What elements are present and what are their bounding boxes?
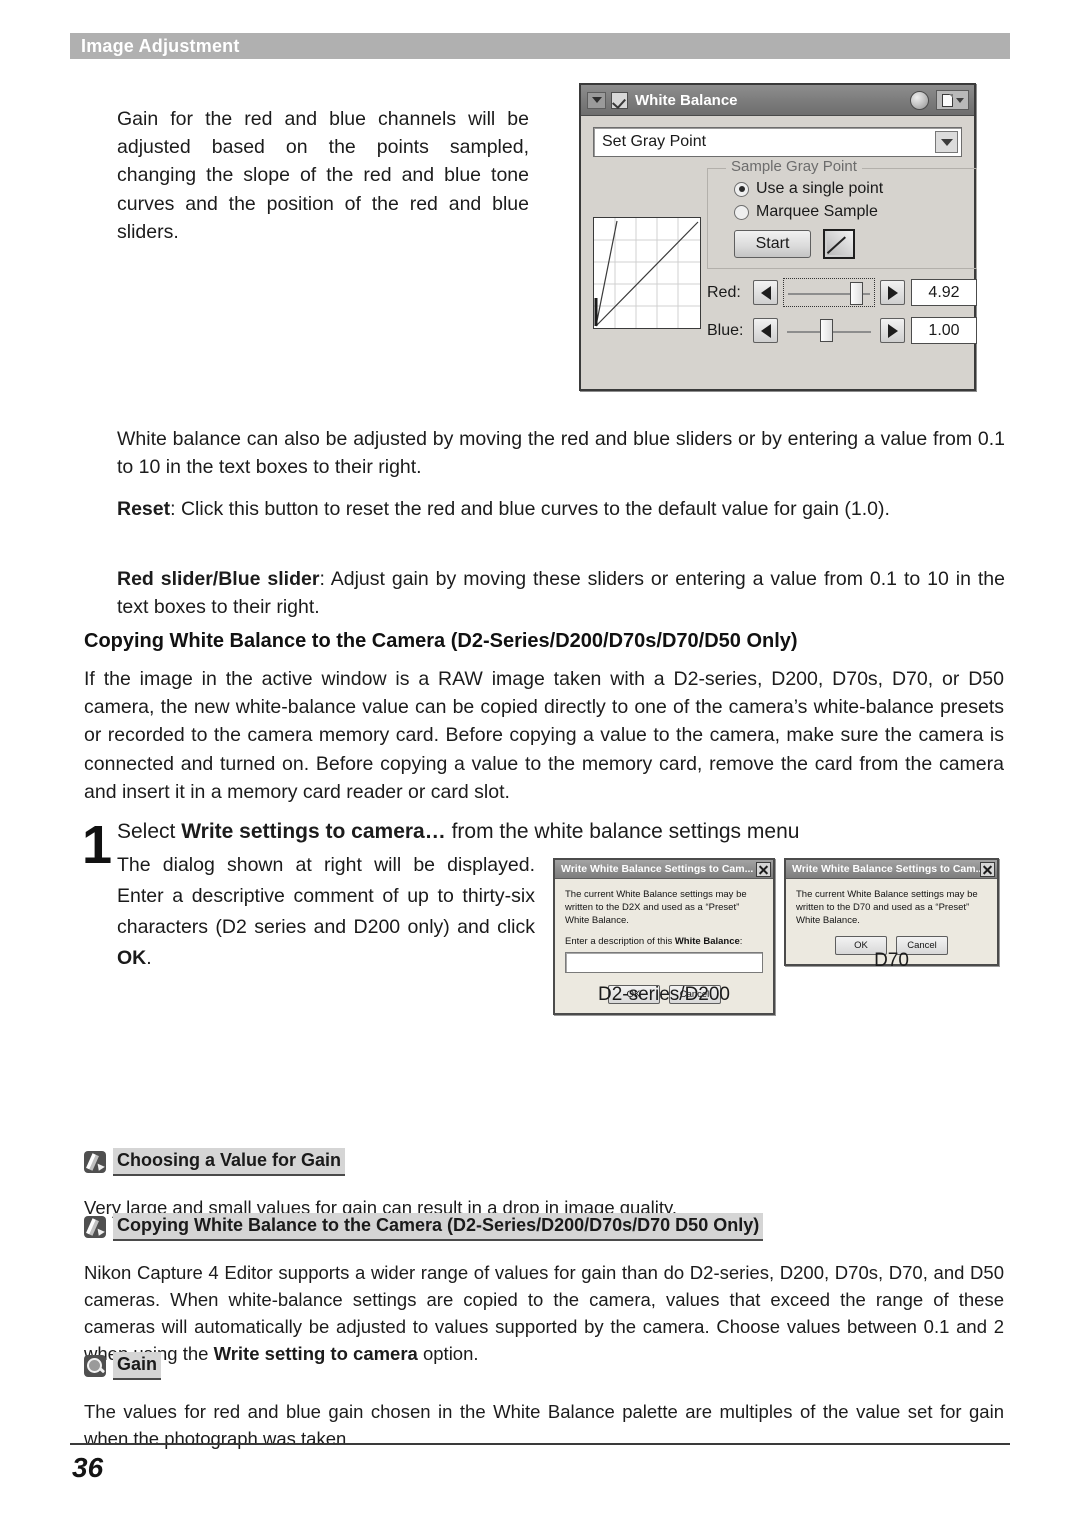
paragraph-wb-also: White balance can also be adjusted by mo…: [117, 427, 1005, 478]
chevron-down-icon[interactable]: [935, 131, 958, 153]
red-slider[interactable]: [783, 278, 875, 307]
paragraph-reset: Reset: Click this button to reset the re…: [117, 495, 1005, 523]
field-label-post: :: [739, 936, 743, 947]
sample-actions: Start: [734, 229, 968, 259]
paragraph-sliders: Red slider/Blue slider: Adjust gain by m…: [117, 565, 1005, 622]
tone-curve-graph[interactable]: [593, 217, 701, 329]
blue-slider-label: Blue:: [707, 321, 744, 339]
red-decrement-button[interactable]: [753, 280, 778, 305]
step-body-post: .: [146, 947, 152, 969]
step-title-command: Write settings to camera…: [181, 820, 446, 843]
radio-label: Use a single point: [756, 180, 884, 197]
radio-label: Marquee Sample: [756, 203, 878, 220]
triangle-down-icon[interactable]: [587, 91, 606, 109]
dialog-message: The current White Balance settings may b…: [565, 889, 747, 926]
palette-enable-checkbox[interactable]: [611, 91, 628, 109]
intro-paragraph: Gain for the red and blue channels will …: [117, 107, 529, 244]
blue-decrement-button[interactable]: [753, 318, 778, 343]
page-number: 36: [72, 1452, 104, 1483]
section-heading-copying: Copying White Balance to the Camera (D2-…: [84, 629, 798, 652]
dialog-caption-d2series: D2-series/D200: [598, 984, 730, 1005]
step-title-post: from the white balance settings menu: [445, 820, 800, 843]
blue-value-field[interactable]: 1.00: [911, 317, 977, 344]
close-icon[interactable]: [980, 861, 995, 877]
note-header: Gain: [84, 1352, 1004, 1380]
dialog-title: Write White Balance Settings to Cam...: [561, 863, 754, 875]
red-value-field[interactable]: 4.92: [911, 279, 977, 306]
step-title-pre: Select: [117, 820, 182, 843]
page-menu-icon[interactable]: [936, 90, 969, 110]
magnifier-note-icon: [84, 1354, 106, 1377]
sample-group-legend: Sample Gray Point: [726, 158, 862, 175]
page-glyph-icon: [941, 93, 953, 107]
paragraph-copying: If the image in the active window is a R…: [84, 667, 1004, 804]
palette-title: White Balance: [635, 91, 738, 109]
step-body-pre: The dialog shown at right will be displa…: [117, 854, 535, 938]
blue-increment-button[interactable]: [880, 318, 905, 343]
step-body-ok: OK: [117, 947, 147, 969]
palette-body: Set Gray Point Sample Gray Point Use a s…: [581, 116, 977, 355]
step-title: Select Write settings to camera… from th…: [117, 820, 1007, 844]
blue-slider[interactable]: [783, 316, 875, 345]
radio-use-single-point[interactable]: Use a single point: [734, 180, 968, 198]
controls-column: Sample Gray Point Use a single point Mar…: [701, 158, 977, 345]
palette-lower: Sample Gray Point Use a single point Mar…: [593, 158, 977, 345]
red-slider-knob[interactable]: [850, 282, 863, 305]
blue-slider-knob[interactable]: [820, 319, 833, 342]
tone-curve-icon[interactable]: [823, 229, 855, 259]
radio-button-icon[interactable]: [734, 181, 749, 197]
white-balance-palette: White Balance Set Gray Point Sample Gray…: [579, 83, 977, 391]
chevron-down-icon: [955, 97, 964, 103]
reset-term: Reset: [117, 497, 171, 520]
field-label-pre: Enter a description of this: [565, 936, 675, 947]
step-body: The dialog shown at right will be displa…: [117, 850, 535, 974]
reset-description: : Click this button to reset the red and…: [170, 497, 890, 520]
red-increment-button[interactable]: [880, 280, 905, 305]
note-title: Choosing a Value for Gain: [113, 1148, 346, 1176]
note-body: Nikon Capture 4 Editor supports a wider …: [84, 1259, 1004, 1367]
note-title: Gain: [113, 1352, 162, 1380]
red-slider-row: Red: 4.92: [707, 278, 977, 307]
dialog-field-label: Enter a description of this White Balanc…: [565, 936, 763, 948]
wb-mode-select[interactable]: Set Gray Point: [593, 127, 962, 157]
pencil-note-icon: [84, 1150, 106, 1173]
description-input[interactable]: [565, 952, 763, 973]
page-title: Image Adjustment: [81, 36, 240, 56]
red-slider-label: Red:: [707, 283, 741, 301]
status-orb-icon[interactable]: [910, 90, 929, 110]
dialog-message: The current White Balance settings may b…: [796, 889, 978, 926]
dialog-title: Write White Balance Settings to Cam...: [792, 863, 980, 875]
blue-slider-row: Blue: 1.00: [707, 316, 977, 345]
radio-marquee-sample[interactable]: Marquee Sample: [734, 203, 968, 221]
curve-preview-column: [593, 164, 701, 345]
wb-mode-value: Set Gray Point: [602, 133, 707, 150]
close-icon[interactable]: [756, 861, 771, 877]
step-number: 1: [82, 815, 113, 875]
note-header: Copying White Balance to the Camera (D2-…: [84, 1213, 1004, 1241]
note-header: Choosing a Value for Gain: [84, 1148, 1004, 1176]
dialog-caption-d70: D70: [874, 950, 909, 971]
dialog-titlebar: Write White Balance Settings to Cam...: [786, 860, 997, 879]
footer-divider: [70, 1443, 1010, 1445]
note-title: Copying White Balance to the Camera (D2-…: [113, 1213, 764, 1241]
sample-gray-point-group: Sample Gray Point Use a single point Mar…: [707, 158, 977, 269]
slider-term: Red slider/Blue slider: [117, 567, 320, 590]
page-running-head: Image Adjustment: [70, 33, 1010, 59]
tone-curve-svg: [594, 218, 700, 328]
note-gain: Gain The values for red and blue gain ch…: [84, 1352, 1004, 1471]
radio-button-icon[interactable]: [734, 204, 749, 220]
dialog-titlebar: Write White Balance Settings to Cam...: [555, 860, 773, 879]
palette-titlebar: White Balance: [581, 85, 974, 116]
start-button[interactable]: Start: [734, 230, 811, 258]
field-label-bold: White Balance: [674, 936, 740, 947]
pencil-note-icon: [84, 1215, 106, 1238]
